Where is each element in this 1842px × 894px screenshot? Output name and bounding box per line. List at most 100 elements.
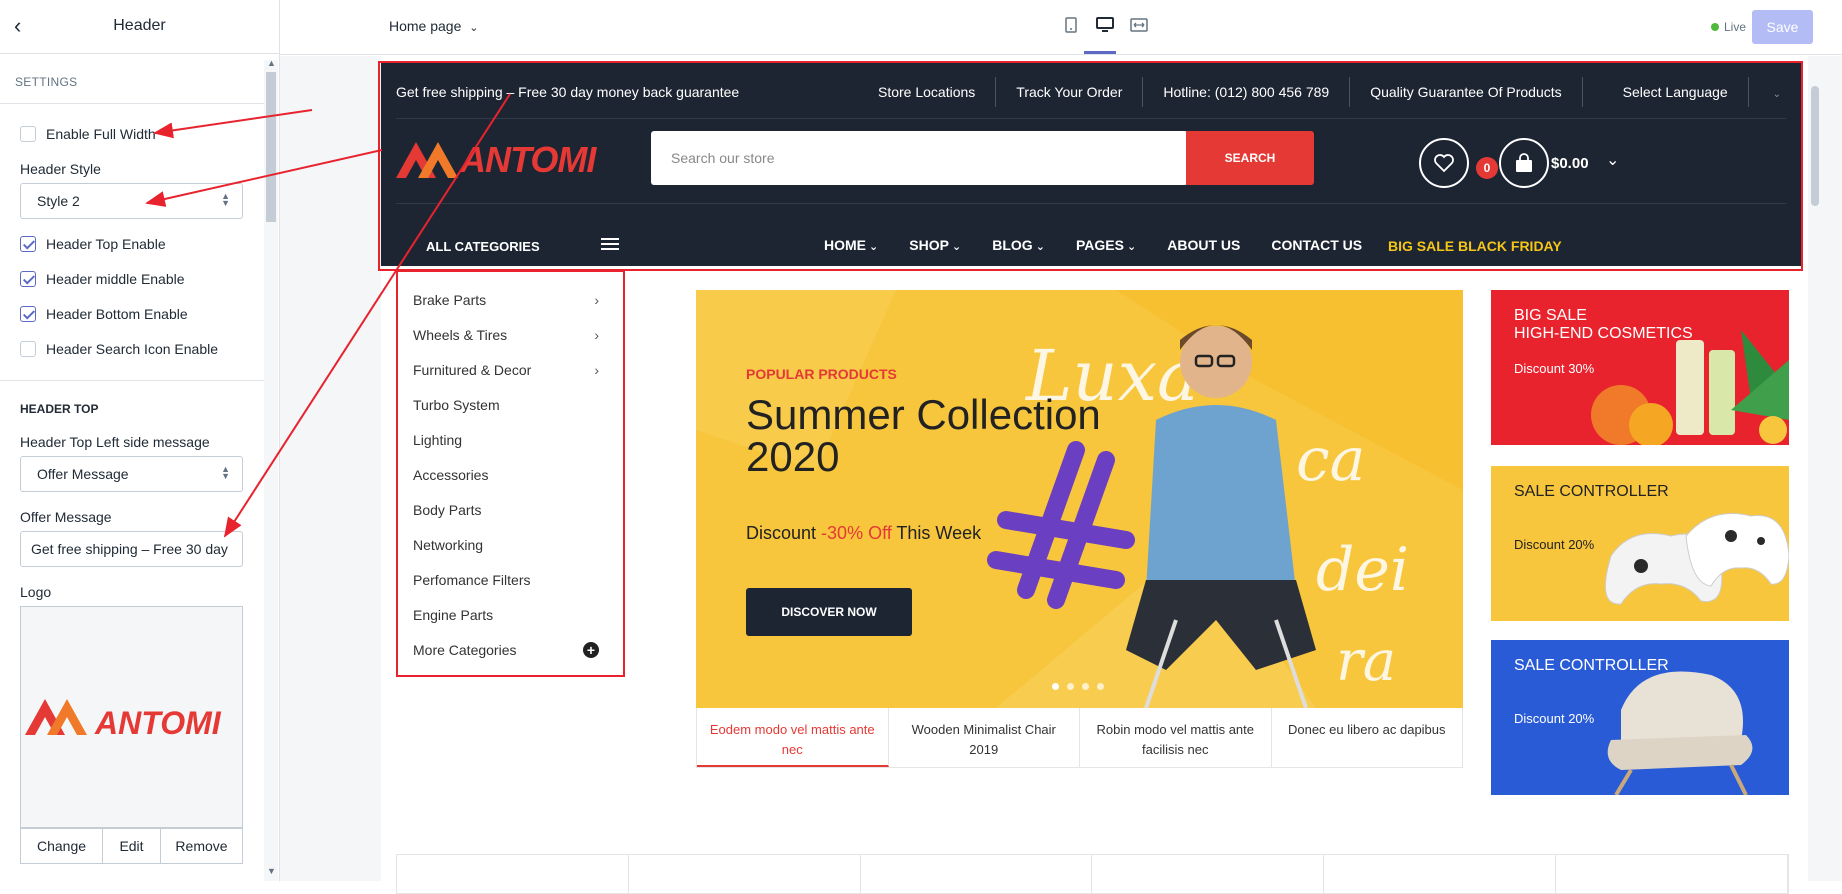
category-item[interactable]: Engine Parts (413, 607, 603, 623)
logo-actions: Change Edit Remove (20, 828, 243, 864)
header-middle-enable-checkbox[interactable]: Header middle Enable (20, 271, 185, 287)
nav-shop[interactable]: SHOP (909, 237, 961, 253)
logo-text: ANTOMI (460, 139, 596, 180)
cart-icon[interactable] (1499, 138, 1549, 188)
discover-now-button[interactable]: DISCOVER NOW (746, 588, 912, 636)
header-search-icon-enable-checkbox[interactable]: Header Search Icon Enable (20, 341, 218, 357)
category-item[interactable]: Furnitured & Decor › (413, 362, 603, 378)
banner-chair[interactable]: SALE CONTROLLER Discount 20% (1491, 640, 1789, 795)
left-message-label: Header Top Left side message (20, 434, 210, 450)
chevron-right-icon: › (594, 362, 599, 378)
checkbox-box[interactable] (20, 126, 36, 142)
save-button[interactable]: Save (1752, 10, 1813, 44)
header-bottom-enable-checkbox[interactable]: Header Bottom Enable (20, 306, 188, 322)
category-item[interactable]: Brake Parts › (413, 292, 603, 308)
nav-pages[interactable]: PAGES (1076, 237, 1136, 253)
category-item[interactable]: Accessories (413, 467, 603, 483)
hero-tab[interactable]: Donec eu libero ac dapibus (1272, 708, 1463, 767)
nav-blog[interactable]: BLOG (992, 237, 1045, 253)
header-style-select[interactable]: Style 2 ▲ ▼ (20, 183, 243, 219)
editor-sidebar: ‹ Header SETTINGS Enable Full Width Head… (0, 0, 280, 881)
category-item[interactable]: Lighting (413, 432, 603, 448)
nav-home[interactable]: HOME (824, 237, 878, 253)
checkbox-box[interactable] (20, 341, 36, 357)
wishlist-icon[interactable] (1419, 138, 1469, 188)
select-value: Offer Message (37, 466, 129, 482)
all-categories-toggle[interactable]: ALL CATEGORIES (426, 239, 540, 254)
hero-tabs: Eodem modo vel mattis ante nec Wooden Mi… (696, 708, 1463, 768)
remove-logo-button[interactable]: Remove (161, 829, 242, 863)
divider (396, 203, 1786, 204)
promo-link[interactable]: BIG SALE BLACK FRIDAY (1388, 238, 1562, 254)
search-placeholder: Search our store (671, 150, 775, 166)
chevron-right-icon: › (594, 292, 599, 308)
track-order-link[interactable]: Track Your Order (996, 77, 1144, 107)
mobile-view-icon[interactable] (1060, 14, 1082, 36)
banner-title: SALE CONTROLLER (1514, 483, 1669, 500)
search-button[interactable]: SEARCH (1186, 131, 1314, 185)
nav-about[interactable]: ABOUT US (1167, 237, 1240, 253)
banner-subtitle: Discount 20% (1514, 537, 1595, 552)
checkbox-box[interactable] (20, 271, 36, 287)
scroll-up-icon[interactable]: ▲ (267, 58, 276, 68)
category-item[interactable]: Networking (413, 537, 603, 553)
left-message-select[interactable]: Offer Message ▲ ▼ (20, 456, 243, 492)
category-item[interactable]: Turbo System (413, 397, 603, 413)
search-input[interactable]: Search our store (651, 131, 1188, 185)
edit-logo-button[interactable]: Edit (103, 829, 161, 863)
language-select[interactable]: Select Language ⌄ (1583, 77, 1781, 107)
hero-slider[interactable]: Luxa ca dei ra POPULAR PRODUCTS Summer C… (696, 290, 1463, 708)
hamburger-icon[interactable] (601, 238, 619, 253)
change-logo-button[interactable]: Change (21, 829, 103, 863)
divider (396, 118, 1786, 119)
slider-dots[interactable] (1052, 683, 1104, 690)
enable-full-width-checkbox[interactable]: Enable Full Width (20, 126, 156, 142)
category-item[interactable]: Body Parts (413, 502, 603, 518)
banner-cosmetics[interactable]: BIG SALE HIGH-END COSMETICS Discount 30% (1491, 290, 1789, 445)
hero-kicker: POPULAR PRODUCTS (746, 366, 897, 382)
cart-total[interactable]: $0.00 (1551, 155, 1589, 172)
checkbox-label: Header Search Icon Enable (46, 341, 218, 357)
offer-message-input[interactable]: Get free shipping – Free 30 day (20, 531, 243, 567)
category-item[interactable]: Wheels & Tires › (413, 327, 603, 343)
category-item[interactable]: Perfomance Filters (413, 572, 603, 588)
preview-scrollbar[interactable] (1808, 56, 1822, 881)
offer-message-label: Offer Message (20, 509, 112, 525)
banner-controller[interactable]: SALE CONTROLLER Discount 20% (1491, 466, 1789, 621)
banner-title: SALE CONTROLLER (1514, 657, 1669, 674)
hero-tab[interactable]: Robin modo vel mattis ante facilisis nec (1080, 708, 1272, 767)
quality-guarantee-link[interactable]: Quality Guarantee Of Products (1350, 77, 1583, 107)
active-device-indicator (1084, 51, 1116, 54)
settings-label: SETTINGS (15, 75, 78, 89)
logo-label: Logo (20, 584, 52, 600)
hero-tab[interactable]: Eodem modo vel mattis ante nec (697, 708, 889, 767)
checkbox-box[interactable] (20, 236, 36, 252)
preview-area: Get free shipping – Free 30 day money ba… (280, 56, 1842, 894)
scrollbar-thumb[interactable] (1811, 86, 1819, 206)
sidebar-scrollbar[interactable] (264, 60, 278, 881)
desktop-view-icon[interactable] (1094, 14, 1116, 36)
chevron-down-icon[interactable]: ⌄ (1606, 150, 1619, 170)
plus-circle-icon: + (583, 642, 599, 658)
store-locations-link[interactable]: Store Locations (858, 77, 997, 107)
hero-tab[interactable]: Wooden Minimalist Chair 2019 (889, 708, 1080, 767)
scroll-down-icon[interactable]: ▼ (267, 866, 276, 876)
fullscreen-view-icon[interactable] (1128, 14, 1150, 36)
header-top-enable-checkbox[interactable]: Header Top Enable (20, 236, 166, 252)
store-logo[interactable]: ANTOMI (396, 138, 596, 182)
svg-text:ca: ca (1296, 425, 1365, 495)
logo-mark-icon (396, 142, 458, 178)
checkbox-label: Header Top Enable (46, 236, 166, 252)
section-divider (0, 380, 264, 381)
nav-contact[interactable]: CONTACT US (1271, 237, 1362, 253)
live-label: Live (1724, 20, 1747, 34)
device-toggle (1060, 14, 1150, 36)
store-header: Get free shipping – Free 30 day money ba… (381, 62, 1801, 266)
hotline-text: Hotline: (012) 800 456 789 (1143, 77, 1351, 107)
page-selector[interactable]: Home page ⌄ (389, 18, 479, 34)
more-categories[interactable]: More Categories + (413, 642, 603, 658)
checkbox-box[interactable] (20, 306, 36, 322)
scrollbar-thumb[interactable] (266, 72, 276, 222)
editor-topbar: Home page ⌄ Live Save (280, 0, 1842, 55)
select-arrows-icon: ▲ ▼ (221, 464, 230, 481)
